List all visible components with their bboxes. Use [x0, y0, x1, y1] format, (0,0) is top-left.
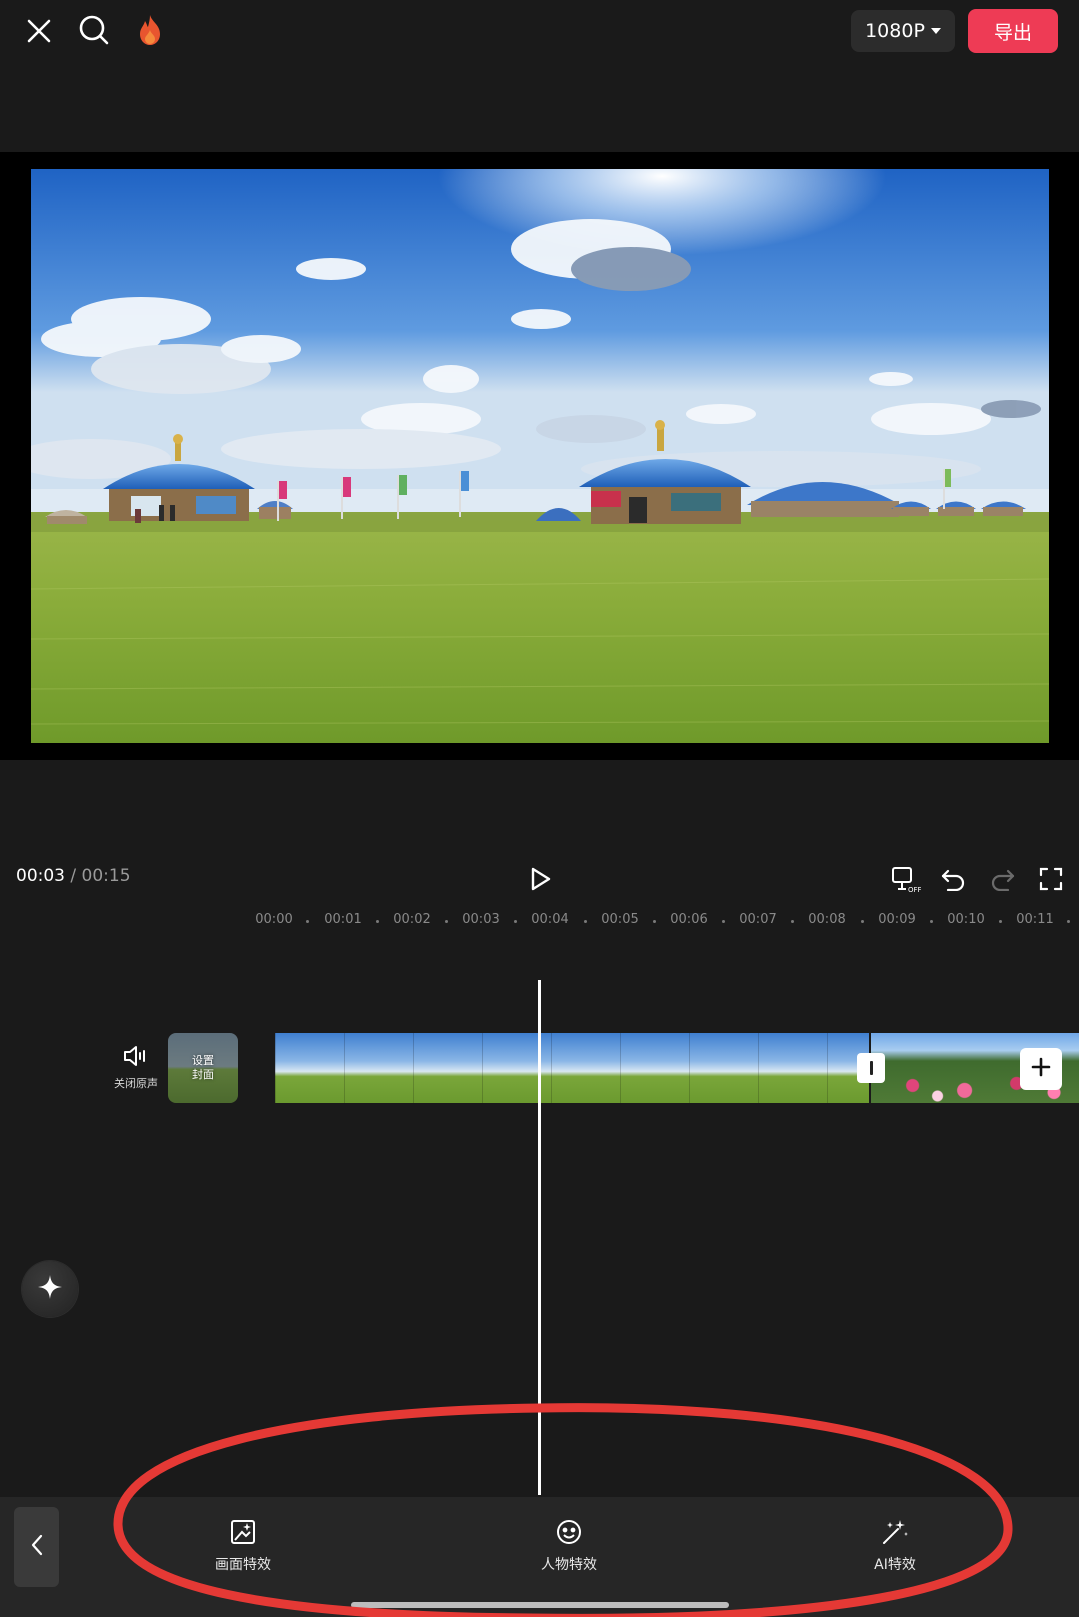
svg-text:OFF: OFF — [908, 886, 921, 893]
magic-wand-icon — [880, 1518, 910, 1550]
ruler-label: 00:00 — [255, 912, 293, 927]
back-button[interactable] — [14, 1507, 59, 1587]
add-clip-button[interactable] — [1020, 1048, 1062, 1090]
ruler-dot — [722, 920, 725, 923]
home-indicator[interactable] — [351, 1602, 729, 1608]
ruler-label: 00:02 — [393, 912, 431, 927]
video-clip-grassland[interactable] — [275, 1033, 869, 1103]
ruler-label: 00:08 — [808, 912, 846, 927]
close-icon[interactable] — [22, 14, 56, 48]
tool-label: AI特效 — [874, 1557, 916, 1573]
ai-assistant-button[interactable] — [22, 1261, 78, 1317]
playhead[interactable] — [538, 980, 541, 1495]
image-effect-icon — [229, 1518, 257, 1550]
ruler-label: 00:10 — [947, 912, 985, 927]
ruler-label: 00:05 — [601, 912, 639, 927]
ruler-label: 00:06 — [670, 912, 708, 927]
search-icon[interactable] — [76, 12, 112, 48]
tool-label: 人物特效 — [541, 1557, 597, 1573]
ruler-label: 00:04 — [531, 912, 569, 927]
resolution-dropdown[interactable]: 1080P — [851, 10, 955, 52]
resolution-label: 1080P — [865, 20, 925, 42]
ruler-dot — [930, 920, 933, 923]
sparkle-icon — [36, 1273, 64, 1305]
ruler-label: 00:09 — [878, 912, 916, 927]
flame-icon[interactable] — [133, 12, 167, 48]
ruler-label: 00:03 — [462, 912, 500, 927]
ruler-dot — [514, 920, 517, 923]
export-label: 导出 — [993, 21, 1032, 44]
speaker-icon — [122, 1044, 150, 1072]
ruler-label: 00:01 — [324, 912, 362, 927]
mute-original-audio-button[interactable]: 关闭原声 — [108, 1044, 164, 1091]
export-button[interactable]: 导出 — [968, 9, 1058, 53]
ruler-label: 00:07 — [739, 912, 777, 927]
ruler-dot — [584, 920, 587, 923]
transition-icon — [869, 1061, 873, 1075]
transition-button[interactable] — [857, 1053, 885, 1083]
cover-label: 设置 封面 — [192, 1054, 214, 1081]
ruler-dot — [445, 920, 448, 923]
time-separator: / — [70, 866, 77, 886]
set-cover-button[interactable]: 设置 封面 — [168, 1033, 238, 1103]
timeline-ruler[interactable]: 00:00 00:01 00:02 00:03 00:04 00:05 00:0… — [0, 905, 1079, 935]
tool-label: 画面特效 — [215, 1557, 271, 1573]
tool-image-effect[interactable]: 画面特效 — [183, 1518, 303, 1574]
ruler-dot — [376, 920, 379, 923]
plus-icon — [1031, 1057, 1051, 1081]
ruler-dot — [1067, 920, 1070, 923]
undo-icon[interactable] — [938, 864, 968, 894]
ruler-dot — [653, 920, 656, 923]
ruler-dot — [999, 920, 1002, 923]
time-display: 00:03 / 00:15 — [16, 866, 131, 886]
keyframe-off-icon[interactable]: OFF — [889, 864, 923, 894]
ruler-dot — [306, 920, 309, 923]
tool-face-effect[interactable]: 人物特效 — [509, 1518, 629, 1574]
chevron-left-icon — [30, 1533, 44, 1561]
fullscreen-icon[interactable] — [1036, 864, 1066, 894]
current-time: 00:03 — [16, 866, 65, 886]
ruler-label: 00:11 — [1016, 912, 1054, 927]
face-effect-icon — [555, 1518, 583, 1550]
video-preview[interactable] — [31, 169, 1049, 743]
total-time: 00:15 — [81, 866, 131, 886]
mute-label: 关闭原声 — [114, 1077, 158, 1090]
redo-icon[interactable] — [988, 864, 1018, 894]
ruler-dot — [861, 920, 864, 923]
ruler-dot — [791, 920, 794, 923]
chevron-down-icon — [930, 28, 941, 34]
tool-ai-effect[interactable]: AI特效 — [835, 1518, 955, 1574]
play-icon[interactable] — [526, 864, 556, 894]
